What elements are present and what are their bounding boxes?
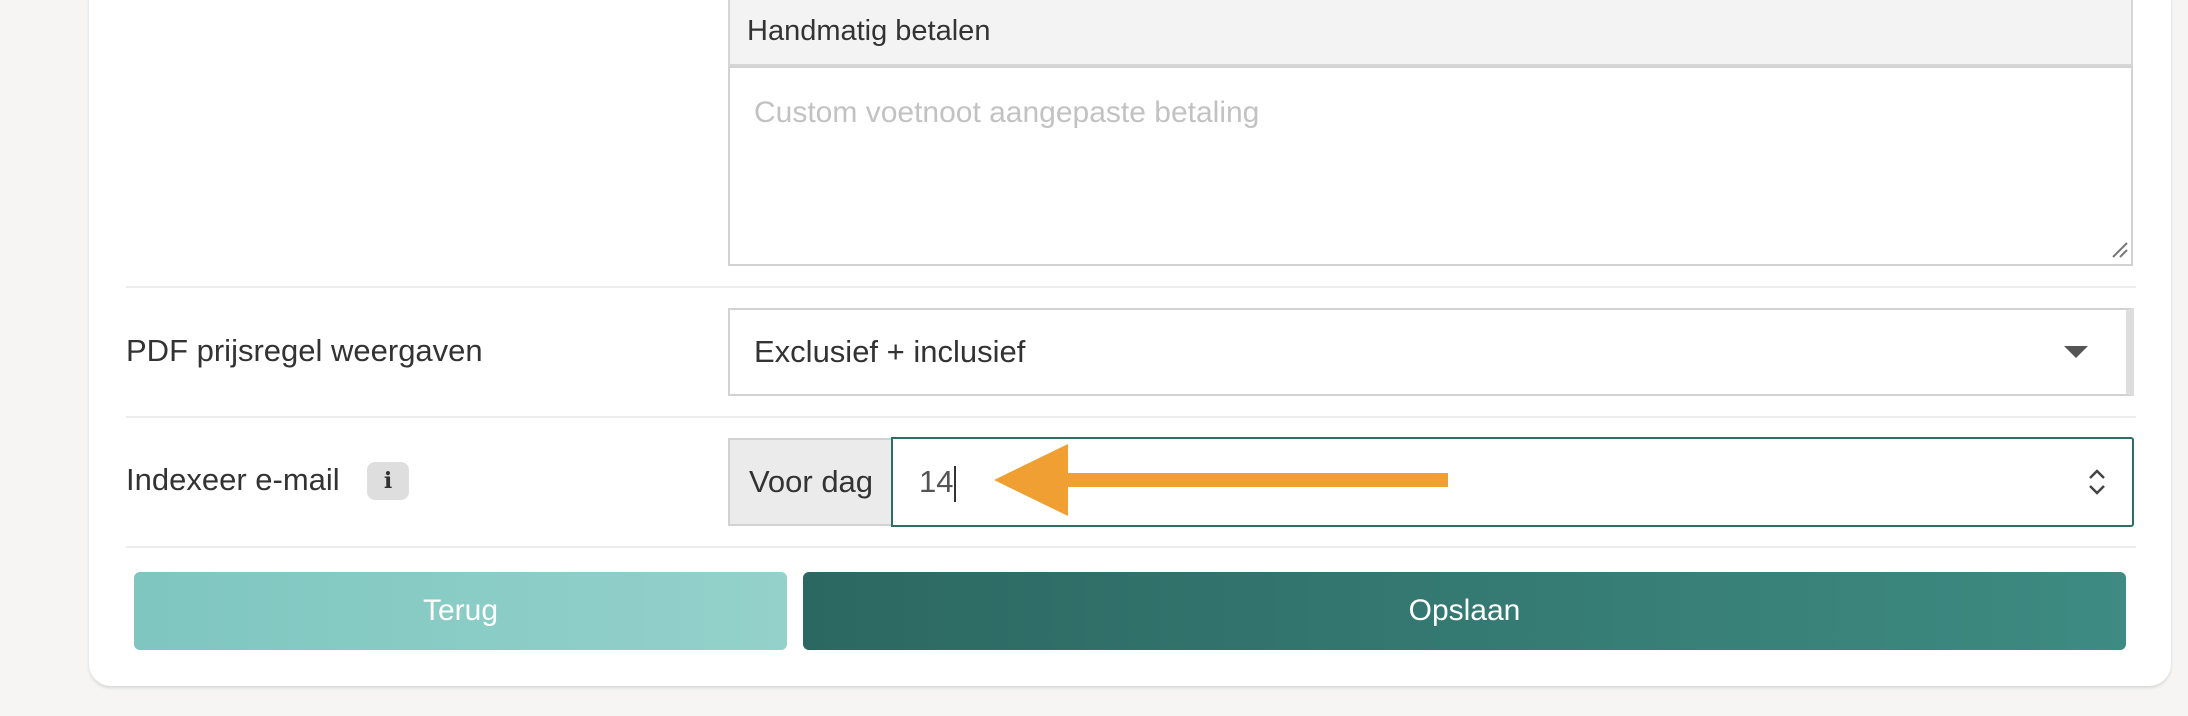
annotation-arrow-icon bbox=[994, 444, 1448, 516]
pdf-price-line-select[interactable]: Exclusief + inclusief bbox=[728, 308, 2134, 396]
divider bbox=[126, 286, 2136, 288]
day-input-addon: Voor dag bbox=[728, 438, 892, 526]
chevron-down-icon bbox=[2064, 346, 2088, 358]
divider bbox=[126, 416, 2136, 418]
index-email-label: Indexeer e-mail bbox=[126, 462, 340, 497]
pdf-price-line-selected: Exclusief + inclusief bbox=[754, 334, 1026, 369]
text-cursor bbox=[954, 465, 957, 502]
day-number-value: 14 bbox=[919, 464, 954, 499]
save-button[interactable]: Opslaan bbox=[803, 572, 2126, 650]
info-icon[interactable]: i bbox=[367, 462, 409, 500]
back-button[interactable]: Terug bbox=[134, 572, 787, 650]
number-spinner-icon[interactable] bbox=[2086, 464, 2108, 500]
divider bbox=[126, 546, 2136, 548]
resize-handle-icon[interactable] bbox=[2110, 240, 2128, 258]
pdf-price-line-label: PDF prijsregel weergaven bbox=[126, 333, 483, 368]
payment-method-header: Handmatig betalen bbox=[728, 0, 2133, 66]
footnote-textarea[interactable] bbox=[728, 66, 2133, 266]
